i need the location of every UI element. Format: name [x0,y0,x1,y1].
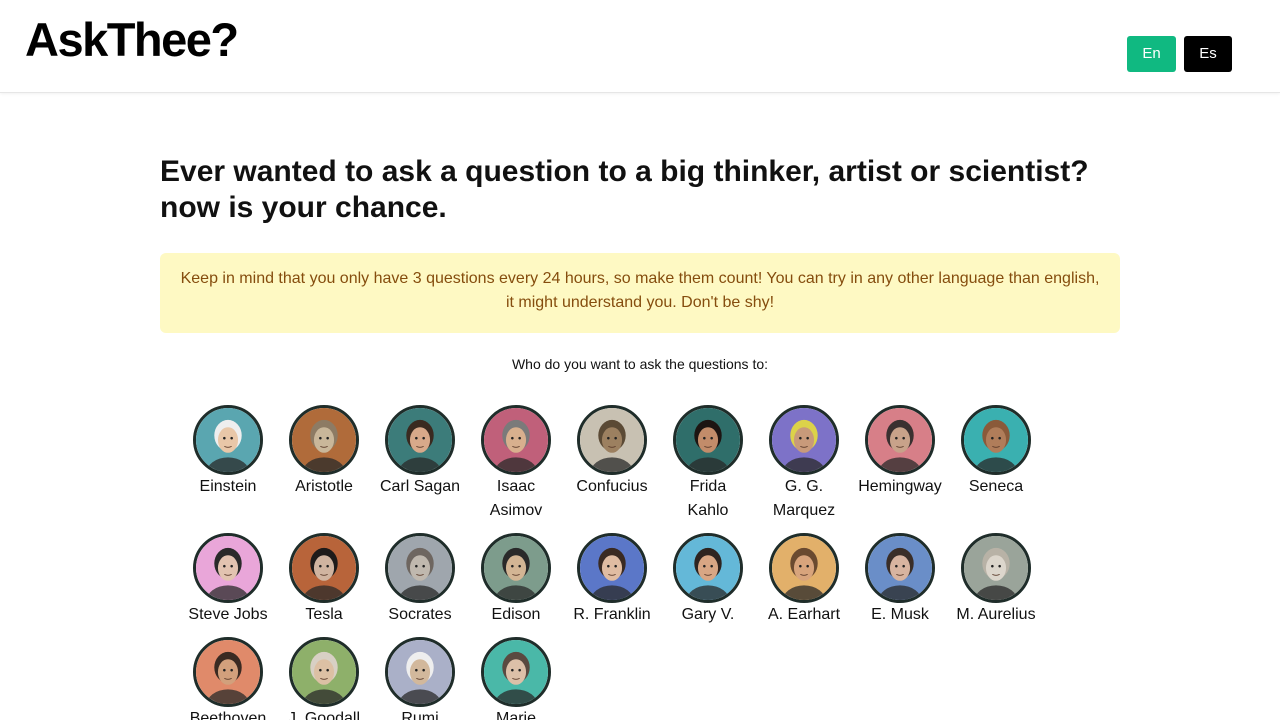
thinker-card[interactable]: E. Musk [852,533,948,627]
portrait-icon [676,536,740,600]
thinker-row: Einstein Aristotle Carl Sagan Isaac Asimov C… [180,405,1100,523]
portrait-icon [580,408,644,472]
thinker-avatar[interactable] [673,405,743,475]
thinker-name: Gary V. [681,606,735,623]
thinker-name: Rumi [401,710,439,720]
portrait-icon [772,536,836,600]
thinker-name: Aristotle [295,478,353,495]
thinker-card[interactable]: Socrates [372,533,468,627]
portrait-icon [868,408,932,472]
thinker-card[interactable]: Seneca [948,405,1044,523]
portrait-icon [676,408,740,472]
thinker-card[interactable]: Marie [468,637,564,720]
usage-notice-banner: Keep in mind that you only have 3 questi… [160,253,1120,333]
thinker-card[interactable]: Confucius [564,405,660,523]
portrait-icon [484,536,548,600]
portrait-icon [868,536,932,600]
thinker-name: Hemingway [858,478,942,495]
thinker-card[interactable]: J. Goodall [276,637,372,720]
thinker-avatar[interactable] [961,533,1031,603]
thinker-name: Einstein [199,478,257,495]
portrait-icon [388,640,452,704]
thinker-card[interactable]: Einstein [180,405,276,523]
thinker-name: Confucius [576,478,648,495]
language-spanish-button[interactable]: Es [1184,36,1232,72]
thinker-avatar[interactable] [289,533,359,603]
thinker-card[interactable]: Rumi [372,637,468,720]
portrait-icon [484,408,548,472]
thinker-row: Steve Jobs Tesla Socrates Edison R. Franklin… [180,533,1100,627]
thinker-name: E. Musk [871,606,929,623]
thinker-card[interactable]: Gary V. [660,533,756,627]
app-logo[interactable]: AskThee? [25,14,239,66]
thinker-name: Steve Jobs [188,606,268,623]
thinker-card[interactable]: G. G. Marquez [756,405,852,523]
thinker-card[interactable]: Tesla [276,533,372,627]
thinker-avatar[interactable] [481,405,551,475]
thinker-card[interactable]: Beethoven [180,637,276,720]
thinker-name: Beethoven [189,710,267,720]
thinker-name: R. Franklin [573,606,651,623]
thinker-avatar[interactable] [865,405,935,475]
thinker-avatar[interactable] [577,533,647,603]
portrait-icon [196,408,260,472]
thinker-name: G. G. Marquez [772,478,836,519]
thinker-avatar[interactable] [385,533,455,603]
thinker-name: A. Earhart [767,606,841,623]
portrait-icon [580,536,644,600]
thinker-avatar[interactable] [193,637,263,707]
thinker-card[interactable]: M. Aurelius [948,533,1044,627]
thinker-name: Socrates [388,606,452,623]
portrait-icon [292,640,356,704]
portrait-icon [292,536,356,600]
thinker-row: Beethoven J. Goodall Rumi Marie [180,637,1100,720]
thinker-avatar[interactable] [193,533,263,603]
portrait-icon [292,408,356,472]
portrait-icon [196,536,260,600]
thinker-card[interactable]: Aristotle [276,405,372,523]
thinker-name: Seneca [968,478,1024,495]
portrait-icon [964,536,1028,600]
thinker-avatar[interactable] [769,405,839,475]
portrait-icon [196,640,260,704]
thinker-name: Edison [491,606,541,623]
thinker-name: Tesla [305,606,343,623]
portrait-icon [964,408,1028,472]
thinker-avatar[interactable] [289,637,359,707]
thinker-avatar[interactable] [385,637,455,707]
thinker-avatar[interactable] [481,637,551,707]
portrait-icon [388,536,452,600]
thinker-avatar[interactable] [481,533,551,603]
thinker-avatar[interactable] [865,533,935,603]
thinker-avatar[interactable] [769,533,839,603]
thinker-avatar[interactable] [193,405,263,475]
thinker-name: Frida Kahlo [687,478,729,519]
select-thinker-prompt: Who do you want to ask the questions to: [511,356,769,372]
thinker-card[interactable]: Isaac Asimov [468,405,564,523]
thinker-name: J. Goodall [287,710,361,720]
thinker-avatar[interactable] [961,405,1031,475]
thinker-card[interactable]: R. Franklin [564,533,660,627]
portrait-icon [772,408,836,472]
thinker-avatar[interactable] [289,405,359,475]
thinker-name: Carl Sagan [379,478,461,495]
portrait-icon [484,640,548,704]
top-navbar: AskThee? En Es [0,0,1280,93]
thinker-avatar[interactable] [673,533,743,603]
portrait-icon [388,408,452,472]
thinker-name: Marie [495,710,536,720]
thinker-avatar[interactable] [577,405,647,475]
thinker-name: M. Aurelius [956,606,1036,623]
thinker-card[interactable]: Carl Sagan [372,405,468,523]
thinker-card[interactable]: Frida Kahlo [660,405,756,523]
language-english-button[interactable]: En [1127,36,1176,72]
thinker-card[interactable]: Edison [468,533,564,627]
thinker-avatar[interactable] [385,405,455,475]
page-headline: Ever wanted to ask a question to a big t… [160,155,1089,224]
thinker-card[interactable]: A. Earhart [756,533,852,627]
thinker-card[interactable]: Hemingway [852,405,948,523]
thinker-card[interactable]: Steve Jobs [180,533,276,627]
thinker-name: Isaac Asimov [489,478,543,519]
